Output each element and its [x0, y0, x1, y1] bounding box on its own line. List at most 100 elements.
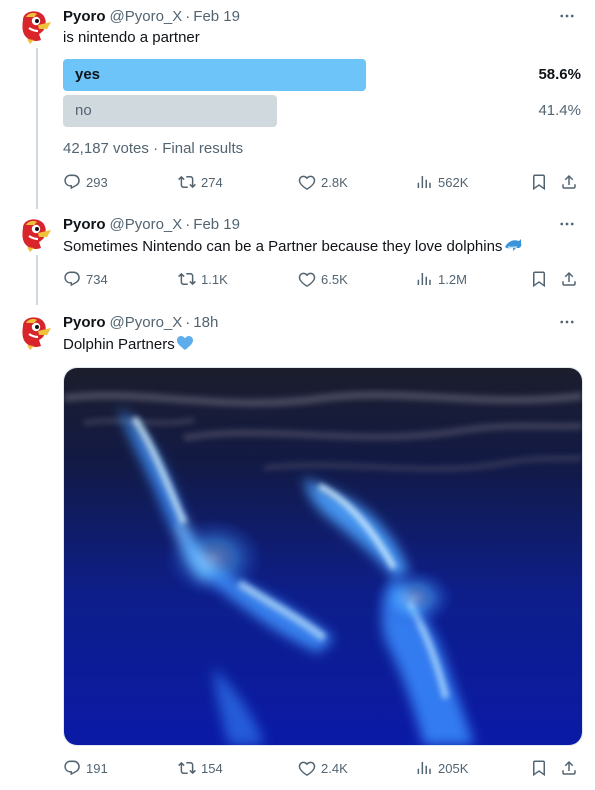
pyoro-avatar-icon	[14, 214, 54, 254]
views-button[interactable]: 205K	[415, 758, 468, 778]
author-name[interactable]: Pyoro	[63, 216, 106, 233]
like-icon	[298, 759, 316, 777]
poll-option-percent: 41.4%	[538, 102, 581, 119]
pyoro-avatar-icon	[14, 6, 54, 46]
share-button[interactable]	[560, 758, 578, 778]
separator-dot: ·	[185, 7, 191, 25]
dolphin-emoji-icon	[505, 239, 522, 251]
bookmark-icon	[530, 173, 548, 191]
author-name[interactable]: Pyoro	[63, 314, 106, 331]
share-icon	[560, 173, 578, 191]
poll-status: Final results	[162, 140, 244, 157]
repost-icon	[178, 759, 196, 777]
avatar[interactable]	[14, 312, 54, 352]
reply-count: 191	[86, 760, 108, 776]
more-icon	[558, 7, 576, 25]
separator-dot: ·	[185, 313, 191, 331]
poll-meta: 42,187 votes · Final results	[63, 140, 243, 157]
tweet-text: Dolphin Partners	[63, 336, 175, 353]
more-icon	[558, 215, 576, 233]
like-count: 6.5K	[321, 271, 348, 287]
repost-button[interactable]: 1.1K	[178, 269, 228, 289]
repost-button[interactable]: 154	[178, 758, 223, 778]
reply-count: 734	[86, 271, 108, 287]
views-button[interactable]: 1.2M	[415, 269, 467, 289]
poll-bar-yes	[63, 59, 366, 91]
poll-bar-no	[63, 95, 277, 127]
like-button[interactable]: 2.8K	[298, 172, 348, 192]
more-button[interactable]	[557, 312, 577, 332]
reply-icon	[63, 759, 81, 777]
views-count: 1.2M	[438, 271, 467, 287]
poll-option-label: yes	[75, 66, 101, 83]
views-count: 562K	[438, 174, 469, 190]
repost-count: 274	[201, 174, 223, 190]
views-button[interactable]: 562K	[415, 172, 468, 192]
avatar[interactable]	[14, 214, 54, 254]
poll-votes: 42,187 votes	[63, 140, 149, 157]
like-icon	[298, 173, 316, 191]
tweet-date[interactable]: Feb 19	[193, 8, 240, 25]
tweet-header: Pyoro @Pyoro_X · 18h	[63, 312, 218, 332]
pyoro-avatar-icon	[14, 312, 54, 352]
tweet-header: Pyoro @Pyoro_X · Feb 19	[63, 214, 240, 234]
thread-line	[36, 255, 38, 305]
share-button[interactable]	[560, 172, 578, 192]
like-count: 2.4K	[321, 760, 348, 776]
tweet-actions: 734 1.1K 6.5K 1.2M	[63, 269, 583, 289]
more-button[interactable]	[557, 6, 577, 26]
avatar[interactable]	[14, 6, 54, 46]
views-icon	[415, 270, 433, 288]
tweet-text-container: Sometimes Nintendo can be a Partner beca…	[63, 237, 523, 255]
share-button[interactable]	[560, 269, 578, 289]
reply-button[interactable]: 734	[63, 269, 108, 289]
poll-option-yes: yes 58.6%	[63, 59, 583, 91]
tweet-text: Sometimes Nintendo can be a Partner beca…	[63, 238, 503, 255]
tweet-date[interactable]: 18h	[193, 314, 218, 331]
blue-heart-emoji-icon	[176, 336, 193, 350]
bookmark-icon	[530, 270, 548, 288]
poll-option-label: no	[75, 102, 92, 119]
views-icon	[415, 173, 433, 191]
more-icon	[558, 313, 576, 331]
author-name[interactable]: Pyoro	[63, 8, 106, 25]
tweet-text: is nintendo a partner	[63, 29, 200, 46]
like-button[interactable]: 6.5K	[298, 269, 348, 289]
like-button[interactable]: 2.4K	[298, 758, 348, 778]
author-handle[interactable]: @Pyoro_X	[110, 314, 183, 331]
reply-icon	[63, 173, 81, 191]
repost-icon	[178, 270, 196, 288]
bookmark-button[interactable]	[530, 172, 548, 192]
reply-count: 293	[86, 174, 108, 190]
repost-icon	[178, 173, 196, 191]
views-count: 205K	[438, 760, 469, 776]
tweet-actions: 191 154 2.4K 205K	[63, 758, 583, 778]
author-handle[interactable]: @Pyoro_X	[110, 216, 183, 233]
repost-count: 1.1K	[201, 271, 228, 287]
tweet-text-container: Dolphin Partners	[63, 335, 194, 353]
tweet-date[interactable]: Feb 19	[193, 216, 240, 233]
tweet-header: Pyoro @Pyoro_X · Feb 19	[63, 6, 240, 26]
like-count: 2.8K	[321, 174, 348, 190]
repost-button[interactable]: 274	[178, 172, 223, 192]
bookmark-button[interactable]	[530, 269, 548, 289]
separator-dot: ·	[153, 140, 163, 157]
dolphins-photo	[64, 368, 582, 745]
bookmark-icon	[530, 759, 548, 777]
glowing-dolphins-image[interactable]	[63, 367, 583, 746]
separator-dot: ·	[185, 215, 191, 233]
bookmark-button[interactable]	[530, 758, 548, 778]
author-handle[interactable]: @Pyoro_X	[110, 8, 183, 25]
poll-option-no: no 41.4%	[63, 95, 583, 127]
reply-button[interactable]: 293	[63, 172, 108, 192]
like-icon	[298, 270, 316, 288]
share-icon	[560, 759, 578, 777]
thread-line	[36, 48, 38, 209]
tweet-actions: 293 274 2.8K 562K	[63, 172, 583, 192]
repost-count: 154	[201, 760, 223, 776]
views-icon	[415, 759, 433, 777]
share-icon	[560, 270, 578, 288]
more-button[interactable]	[557, 214, 577, 234]
reply-icon	[63, 270, 81, 288]
reply-button[interactable]: 191	[63, 758, 108, 778]
